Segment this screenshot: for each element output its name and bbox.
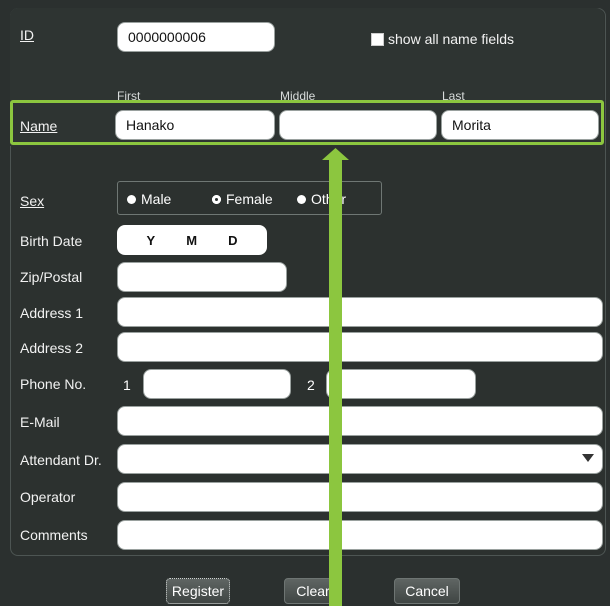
register-button[interactable]: Register [166,578,230,604]
birth-year-part: Y [146,232,156,248]
show-all-name-fields-label: show all name fields [388,31,515,47]
radio-unselected-icon [297,194,306,204]
sex-label: Sex [20,193,45,209]
attendant-label: Attendant Dr. [20,452,102,468]
birth-date-field[interactable]: Y M D [117,225,267,255]
phone-label: Phone No. [20,376,87,392]
birth-month-part: M [186,232,198,248]
annotation-arrow-icon [329,155,342,606]
radio-unselected-icon [127,194,136,204]
phone-1-label: 1 [123,377,131,393]
address1-label: Address 1 [20,305,84,321]
operator-field[interactable] [117,482,603,512]
show-all-name-fields-checkbox[interactable] [371,33,384,46]
birth-day-part: D [228,232,238,248]
dropdown-arrow-icon[interactable] [582,454,594,462]
email-label: E-Mail [20,414,60,430]
id-label: ID [20,27,34,43]
sex-option-male[interactable]: Male [127,191,171,207]
radio-selected-icon [212,194,221,204]
zip-label: Zip/Postal [20,269,83,285]
sex-option-female[interactable]: Female [212,191,273,207]
name-row-highlight [10,100,604,145]
comments-field[interactable] [117,520,603,550]
annotation-arrow-head-icon [322,148,349,160]
operator-label: Operator [20,489,76,505]
address2-field[interactable] [117,332,603,362]
address1-field[interactable] [117,297,603,327]
phone-1-field[interactable] [143,369,291,399]
phone-2-field[interactable] [326,369,476,399]
address2-label: Address 2 [20,340,84,356]
id-field[interactable]: 0000000006 [117,22,275,52]
cancel-button[interactable]: Cancel [394,578,460,604]
email-field[interactable] [117,406,603,436]
zip-field[interactable] [117,262,287,292]
comments-label: Comments [20,527,88,543]
phone-2-label: 2 [307,377,315,393]
birth-date-label: Birth Date [20,233,83,249]
attendant-dropdown[interactable] [117,444,603,474]
